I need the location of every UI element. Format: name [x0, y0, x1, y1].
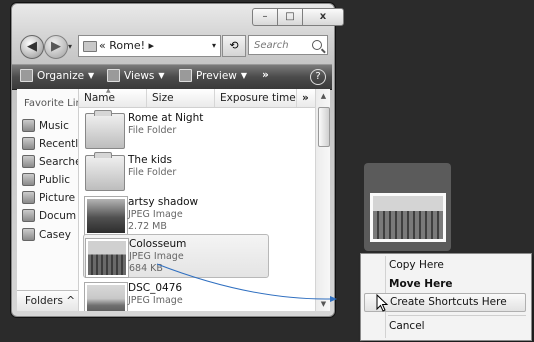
drag-line	[156, 263, 331, 300]
mouse-cursor-icon	[376, 294, 389, 312]
menu-separator	[388, 315, 526, 316]
menu-item-copy-here[interactable]: Copy Here	[364, 256, 526, 275]
menu-item-cancel[interactable]: Cancel	[364, 317, 526, 336]
menu-item-move-here[interactable]: Move Here	[364, 275, 526, 294]
drag-arrowhead-icon	[330, 296, 337, 302]
